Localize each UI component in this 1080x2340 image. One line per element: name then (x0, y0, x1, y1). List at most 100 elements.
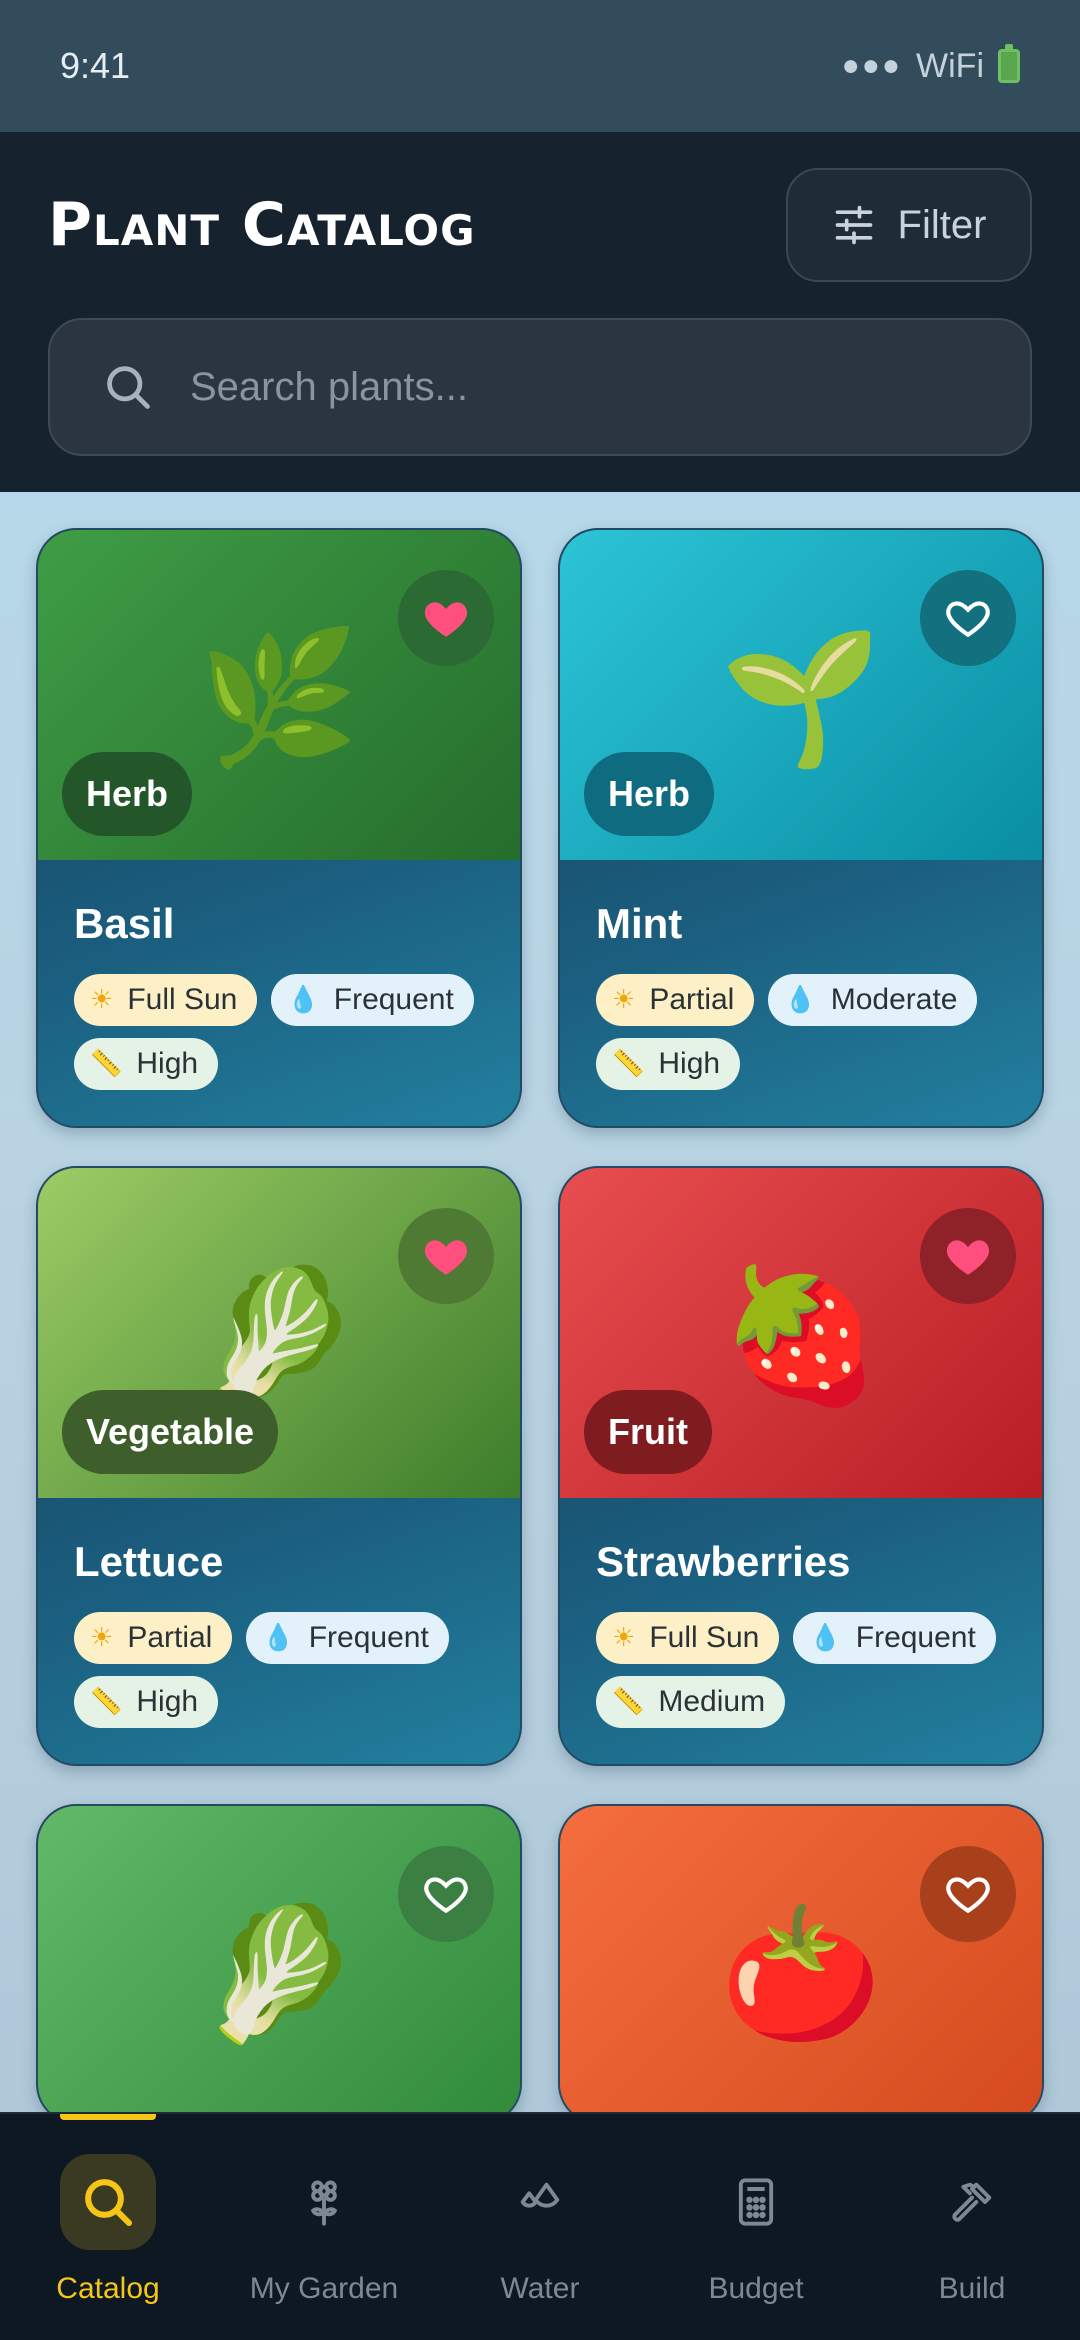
nav-item-catalog[interactable]: Catalog (0, 2114, 216, 2340)
plant-name: Lettuce (74, 1538, 224, 1585)
difficulty-tag: 📏 High (596, 1038, 741, 1090)
plant-card[interactable]: 🥬 Vegetable Lettuce ☀ Partial 💧 Frequent 📏 High (36, 1166, 522, 1766)
nav-label: Water (500, 2272, 580, 2305)
plant-grid: 🌿 Herb Basil ☀ Full Sun 💧 Frequent 📏 High 🌱 Herb Mi… (36, 528, 1044, 2124)
signal-icon: ●●● (841, 49, 903, 82)
sun-icon: ☀ (612, 985, 636, 1015)
plant-image: 🌱 Herb (560, 530, 1042, 860)
water-tag: 💧 Frequent (246, 1612, 449, 1664)
nav-item-build[interactable]: Build (864, 2114, 1080, 2340)
sun-tag: ☀ Full Sun (74, 974, 258, 1026)
sun-tag: ☀ Full Sun (596, 1612, 780, 1664)
wifi-label: WiFi (916, 46, 984, 85)
difficulty-tag: 📏 Medium (596, 1676, 786, 1728)
plant-illustration-icon: 🍓 (720, 1259, 882, 1412)
hammer-icon (924, 2154, 1020, 2250)
water-tag: 💧 Frequent (793, 1612, 996, 1664)
status-time: 9:41 (60, 45, 131, 86)
flower-icon (276, 2154, 372, 2250)
plant-illustration-icon: 🌿 (198, 621, 360, 774)
plant-image: 🌿 Herb (38, 530, 520, 860)
header: Plant Catalog Filter (0, 132, 1080, 492)
heart-outline-icon (424, 1877, 468, 1914)
water-tag: 💧 Frequent (271, 974, 474, 1026)
sun-tag: ☀ Partial (74, 1612, 233, 1664)
water-tag-label: Moderate (830, 983, 958, 1016)
plant-illustration-icon: 🥬 (198, 1897, 360, 2050)
plant-name: Basil (74, 900, 175, 947)
water-tag: 💧 Moderate (768, 974, 978, 1026)
care-tags: ☀ Partial 💧 Moderate 📏 High (596, 974, 1006, 1090)
droplets-icon (492, 2154, 588, 2250)
sun-tag-label: Full Sun (649, 1621, 760, 1654)
plant-image: 🍓 Fruit (560, 1168, 1042, 1498)
nav-label: Build (938, 2272, 1006, 2305)
search-icon (60, 2154, 156, 2250)
status-bar: 9:41 ●●● WiFi (0, 0, 1080, 132)
plant-name: Mint (596, 900, 683, 947)
ruler-icon: 📏 (90, 1687, 123, 1717)
search-icon (107, 366, 150, 409)
nav-label: Budget (708, 2272, 804, 2305)
page-title: Plant Catalog (48, 190, 476, 260)
category-badge: Fruit (584, 1390, 712, 1474)
heart-outline-icon (946, 1877, 990, 1914)
category-badge: Herb (584, 752, 715, 836)
heart-filled-icon (424, 602, 468, 637)
bottom-nav: Catalog My Garden Water Budget Build (0, 2112, 1080, 2340)
droplet-icon: 💧 (287, 985, 320, 1015)
favorite-button[interactable] (398, 570, 494, 666)
favorite-button[interactable] (398, 1208, 494, 1304)
plant-card[interactable]: 🥬 (36, 1804, 522, 2124)
nav-item-water[interactable]: Water (432, 2114, 648, 2340)
nav-label: My Garden (249, 2272, 399, 2305)
category-badge: Vegetable (62, 1390, 279, 1474)
nav-item-my-garden[interactable]: My Garden (216, 2114, 432, 2340)
filter-label: Filter (897, 202, 987, 247)
sun-icon: ☀ (90, 1623, 114, 1653)
plant-card[interactable]: 🌿 Herb Basil ☀ Full Sun 💧 Frequent 📏 High (36, 528, 522, 1128)
nav-item-budget[interactable]: Budget (648, 2114, 864, 2340)
plant-image: 🥬 (38, 1806, 520, 2122)
heart-filled-icon (424, 1240, 468, 1275)
plant-card[interactable]: 🍅 (558, 1804, 1044, 2124)
difficulty-tag-label: High (136, 1047, 199, 1080)
plant-image: 🍅 (560, 1806, 1042, 2122)
ruler-icon: 📏 (612, 1049, 645, 1079)
search-input[interactable] (190, 364, 970, 410)
difficulty-tag: 📏 High (74, 1038, 219, 1090)
filter-button[interactable]: Filter (786, 168, 1032, 282)
favorite-button[interactable] (920, 1846, 1016, 1942)
sun-tag-label: Partial (127, 1621, 213, 1654)
plant-card[interactable]: 🌱 Herb Mint ☀ Partial 💧 Moderate 📏 High (558, 528, 1044, 1128)
care-tags: ☀ Partial 💧 Frequent 📏 High (74, 1612, 484, 1728)
active-indicator (60, 2114, 156, 2120)
plant-illustration-icon: 🥬 (198, 1259, 360, 1412)
droplet-icon: 💧 (262, 1623, 295, 1653)
heart-outline-icon (946, 601, 990, 638)
calculator-icon (708, 2154, 804, 2250)
plant-card-body: Lettuce ☀ Partial 💧 Frequent 📏 High (38, 1498, 520, 1764)
plant-card[interactable]: 🍓 Fruit Strawberries ☀ Full Sun 💧 Frequent 📏 Med… (558, 1166, 1044, 1766)
droplet-icon: 💧 (809, 1623, 842, 1653)
ruler-icon: 📏 (612, 1687, 645, 1717)
difficulty-tag-label: Medium (658, 1685, 766, 1718)
category-badge: Herb (62, 752, 193, 836)
plant-card-body: Basil ☀ Full Sun 💧 Frequent 📏 High (38, 860, 520, 1126)
nav-label: Catalog (56, 2272, 160, 2305)
ruler-icon: 📏 (90, 1049, 123, 1079)
favorite-button[interactable] (398, 1846, 494, 1942)
droplet-icon: 💧 (784, 985, 817, 1015)
plant-card-body: Strawberries ☀ Full Sun 💧 Frequent 📏 Medium (560, 1498, 1042, 1764)
difficulty-tag: 📏 High (74, 1676, 219, 1728)
favorite-button[interactable] (920, 570, 1016, 666)
sun-tag-label: Full Sun (127, 983, 238, 1016)
favorite-button[interactable] (920, 1208, 1016, 1304)
search-box[interactable] (48, 318, 1032, 456)
plant-name: Strawberries (596, 1538, 851, 1585)
sun-tag-label: Partial (649, 983, 735, 1016)
water-tag-label: Frequent (333, 983, 454, 1016)
plant-image: 🥬 Vegetable (38, 1168, 520, 1498)
sun-icon: ☀ (90, 985, 114, 1015)
sun-tag: ☀ Partial (596, 974, 755, 1026)
